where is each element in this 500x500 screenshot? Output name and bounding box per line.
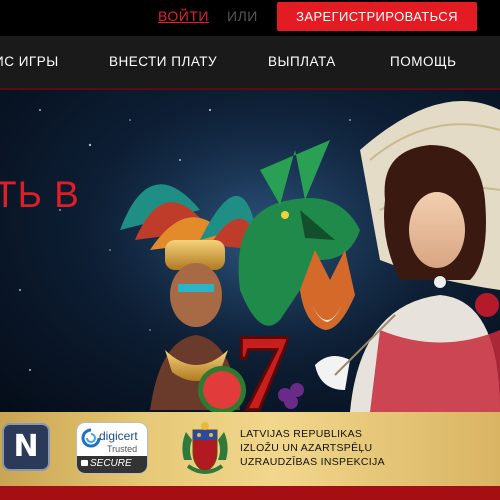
digicert-swirl-icon [81, 428, 101, 448]
digicert-secure-label: SECURE [90, 458, 132, 469]
latvia-coat-of-arms-icon [182, 422, 228, 474]
digicert-trusted-label: Trusted [107, 444, 138, 454]
login-link[interactable]: ВОЙТИ [158, 8, 209, 24]
regulator-line-2: IZLOŽU UN AZARTSPĒĻU [240, 442, 373, 454]
hero-banner[interactable]: 7 ТЬ В [0, 90, 500, 412]
or-separator: ИЛИ [227, 8, 258, 24]
top-bar: ВОЙТИ ИЛИ ЗАРЕГИСТРИРОВАТЬСЯ [0, 0, 500, 36]
main-nav: ИС ИГРЫ ВНЕСТИ ПЛАТУ ВЫПЛАТА ПОМОЩЬ [0, 36, 500, 90]
digicert-lock-icon [81, 460, 88, 466]
register-button[interactable]: ЗАРЕГИСТРИРОВАТЬСЯ [277, 2, 477, 31]
digicert-badge[interactable]: digicert Trusted SECURE [76, 422, 148, 474]
nav-item-games[interactable]: ИС ИГРЫ [0, 54, 59, 69]
footer-strip [0, 486, 500, 500]
regulator-line-3: UZRAUDZĪBAS INSPEKCIJA [240, 456, 385, 468]
hero-illustration: 7 [19, 90, 500, 412]
hero-headline: ТЬ В [0, 174, 80, 215]
nav-item-help[interactable]: ПОМОЩЬ [390, 54, 456, 69]
nav-item-deposit[interactable]: ВНЕСТИ ПЛАТУ [109, 54, 217, 69]
novomatic-letter: N [13, 429, 39, 464]
digicert-brand: digicert [99, 429, 138, 443]
digicert-secure-bar: SECURE [77, 456, 147, 473]
novomatic-logo-icon: N [2, 423, 50, 471]
nav-item-withdrawal[interactable]: ВЫПЛАТА [268, 54, 336, 69]
regulator-line-1: LATVIJAS REPUBLIKAS [240, 428, 363, 440]
trust-badges-strip: N digicert Trusted SECURE LATVIJAS REPUB… [0, 412, 500, 486]
